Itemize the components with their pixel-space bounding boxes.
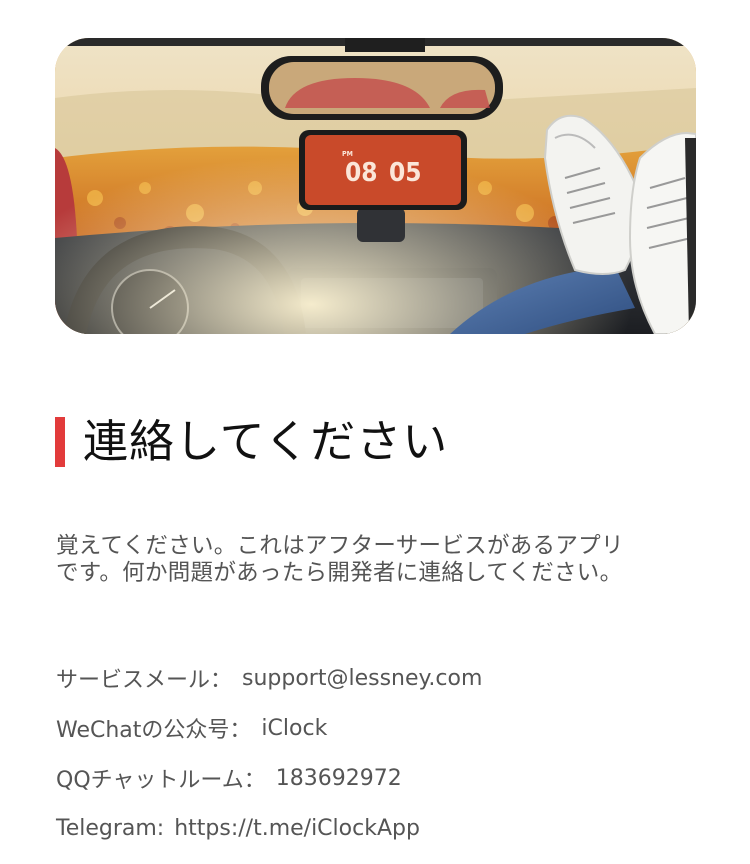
wechat-label: WeChatの公众号： bbox=[56, 718, 252, 743]
clock-minute: 05 bbox=[389, 158, 422, 188]
email-label: サービスメール： bbox=[56, 668, 233, 693]
qq-label: QQチャットルーム： bbox=[56, 768, 266, 793]
email-link[interactable]: support@lessney.com bbox=[242, 666, 482, 691]
phone-clock-screen bbox=[305, 135, 461, 205]
page-title: 連絡してください bbox=[83, 415, 449, 468]
clock-meridiem: PM bbox=[342, 150, 353, 158]
contact-row-qq: QQチャットルーム： 183692972 bbox=[56, 753, 716, 803]
description-text: 覚えてください。これはアフターサービスがあるアプリ です。何か問題があったら開発… bbox=[56, 533, 706, 587]
telegram-link[interactable]: https://t.me/iClockApp bbox=[174, 816, 420, 841]
contact-row-email: サービスメール： support@lessney.com bbox=[56, 653, 716, 703]
section-heading: 連絡してください bbox=[55, 413, 448, 471]
description-line-2: です。何か問題があったら開発者に連絡してください。 bbox=[56, 560, 623, 586]
contact-list: サービスメール： support@lessney.com WeChatの公众号：… bbox=[56, 653, 716, 853]
contact-row-telegram: Telegram: https://t.me/iClockApp bbox=[56, 803, 716, 853]
hero-image: PM 08 05 bbox=[55, 38, 696, 334]
qq-value[interactable]: 183692972 bbox=[276, 766, 402, 791]
heading-accent-bar bbox=[55, 417, 65, 467]
contact-row-wechat: WeChatの公众号： iClock bbox=[56, 703, 716, 753]
telegram-label: Telegram: bbox=[56, 815, 165, 841]
clock-hour: 08 bbox=[345, 158, 378, 188]
wechat-value[interactable]: iClock bbox=[261, 716, 327, 741]
car-dashboard-illustration: PM 08 05 bbox=[55, 38, 696, 334]
description-line-1: 覚えてください。これはアフターサービスがあるアプリ bbox=[56, 533, 624, 559]
